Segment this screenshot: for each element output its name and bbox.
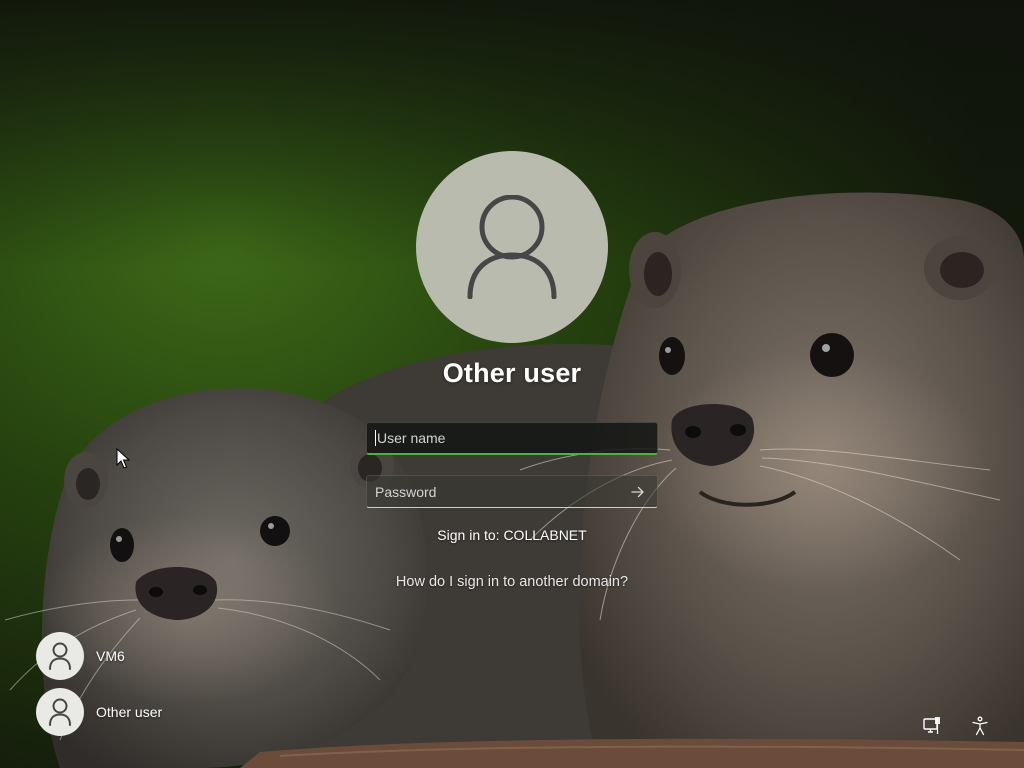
user-avatar — [36, 688, 84, 736]
lock-screen: Other user Sign in to: COLLABNET How do … — [0, 0, 1024, 768]
user-tile-label: VM6 — [96, 648, 125, 664]
arrow-right-icon — [631, 486, 644, 497]
network-button[interactable] — [920, 714, 944, 738]
submit-button[interactable] — [627, 481, 649, 503]
account-title: Other user — [442, 358, 582, 388]
sign-in-domain-text: Sign in to: COLLABNET — [437, 527, 587, 543]
user-tile-vm6[interactable]: VM6 — [36, 632, 125, 680]
network-icon — [923, 717, 940, 734]
password-input[interactable] — [375, 483, 627, 500]
password-field[interactable] — [366, 475, 658, 508]
accessibility-icon — [972, 716, 988, 736]
username-field[interactable] — [366, 422, 658, 455]
text-caret — [375, 430, 376, 446]
account-avatar — [416, 151, 608, 343]
username-input[interactable] — [377, 430, 649, 446]
user-avatar — [36, 632, 84, 680]
person-icon — [467, 195, 557, 299]
person-icon — [49, 698, 71, 726]
other-domain-link[interactable]: How do I sign in to another domain? — [312, 574, 712, 590]
user-tile-label: Other user — [96, 704, 163, 720]
accessibility-button[interactable] — [968, 714, 992, 738]
user-tile-other-user[interactable]: Other user — [36, 688, 162, 736]
person-icon — [49, 642, 71, 670]
